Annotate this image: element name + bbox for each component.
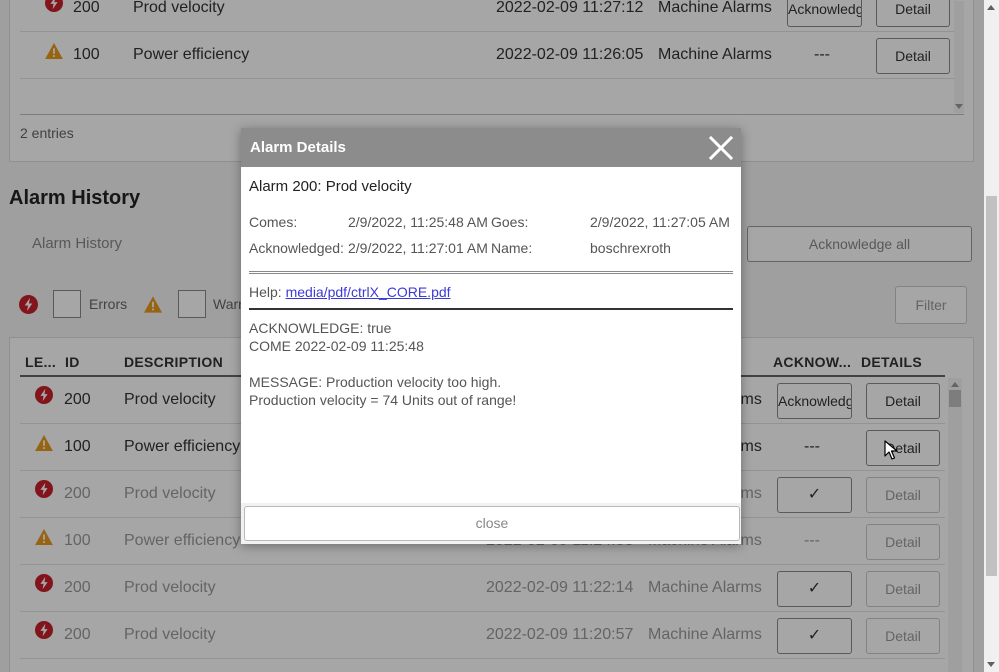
help-row: Help: media/pdf/ctrlX_CORE.pdf [249,284,451,300]
mouse-cursor-icon [884,440,898,460]
goes-label: Goes: [491,214,529,230]
detail-line: MESSAGE: Production velocity too high. [249,374,502,390]
comes-label: Comes: [249,214,298,230]
detail-line: Production velocity = 74 Units out of ra… [249,392,517,408]
acknowledged-label: Acknowledged: [249,240,344,256]
help-label: Help: [249,284,282,300]
alarm-heading: Alarm 200: Prod velocity [249,178,412,195]
help-link[interactable]: media/pdf/ctrlX_CORE.pdf [286,284,451,300]
detail-line [249,355,733,373]
dialog-footer: close [241,503,741,544]
comes-value: 2/9/2022, 11:25:48 AM [348,214,488,230]
acknowledged-value: 2/9/2022, 11:27:01 AM [348,240,488,256]
detail-line: ACKNOWLEDGE: true [249,320,392,336]
page-scrollbar[interactable] [984,0,999,672]
alarm-details-dialog: Alarm Details Alarm 200: Prod velocity C… [241,128,741,544]
close-button[interactable]: close [244,506,740,541]
divider [249,271,733,274]
goes-value: 2/9/2022, 11:27:05 AM [590,214,730,230]
close-icon[interactable] [709,136,733,160]
detail-text: ACKNOWLEDGE: true COME 2022-02-09 11:25:4… [249,319,733,409]
name-label: Name: [491,240,533,256]
dialog-title: Alarm Details [250,139,346,156]
divider [249,308,733,310]
name-value: boschrexroth [590,240,671,256]
dialog-header: Alarm Details [241,128,741,167]
page-scrollbar-thumb[interactable] [986,196,997,576]
detail-line: COME 2022-02-09 11:25:48 [249,338,424,354]
